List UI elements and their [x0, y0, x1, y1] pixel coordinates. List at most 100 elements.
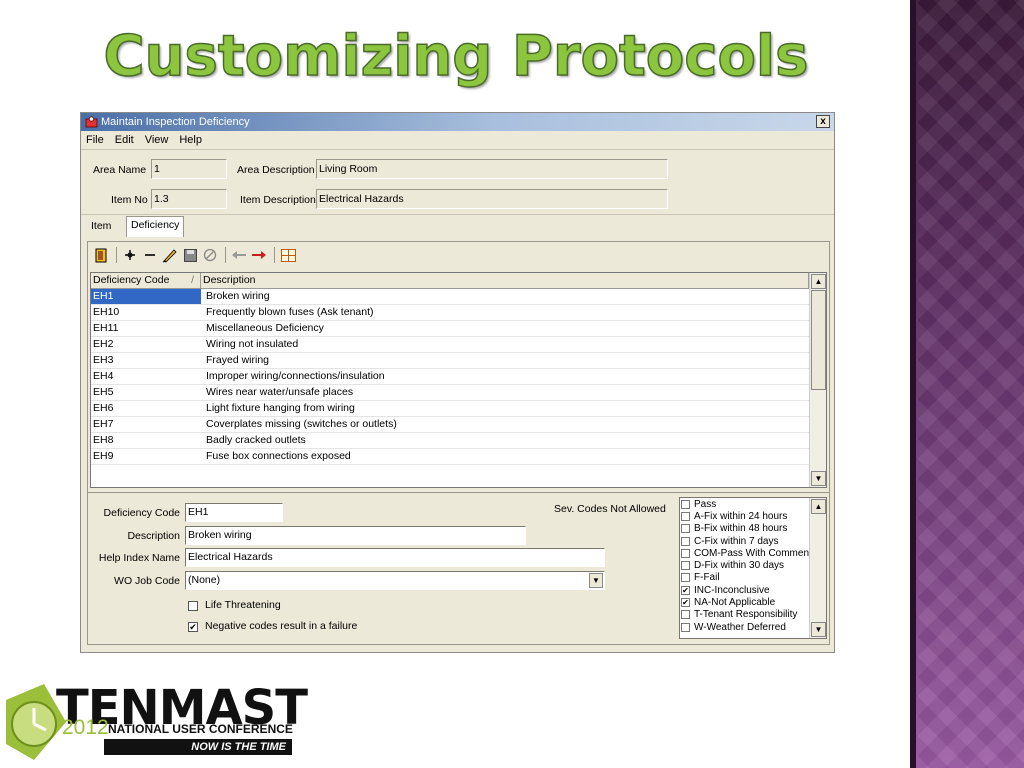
grid-scrollbar[interactable]: ▲ ▼ — [809, 273, 826, 487]
description-cell: Broken wiring — [206, 290, 270, 302]
sev-code-checkbox[interactable]: ✔ — [681, 598, 690, 608]
deficiency-code-field[interactable]: EH1 — [185, 503, 283, 522]
item-no-label: Item No — [111, 194, 148, 206]
scroll-up-button[interactable]: ▲ — [811, 274, 826, 289]
table-row[interactable]: EH11 Miscellaneous Deficiency — [91, 321, 826, 337]
table-row[interactable]: EH8 Badly cracked outlets — [91, 433, 826, 449]
description-label: Description — [127, 530, 180, 542]
sev-code-item[interactable]: C-Fix within 7 days — [680, 535, 826, 547]
negative-codes-label: Negative codes result in a failure — [205, 620, 358, 632]
life-threatening-label: Life Threatening — [205, 599, 281, 611]
cancel-icon[interactable] — [201, 246, 219, 264]
tab-deficiency[interactable]: Deficiency — [126, 216, 185, 237]
table-row[interactable]: EH9 Fuse box connections exposed — [91, 449, 826, 465]
help-index-label: Help Index Name — [98, 552, 180, 564]
deficiency-code-cell: EH5 — [93, 386, 114, 398]
sev-code-item[interactable]: D-Fix within 30 days — [680, 559, 826, 571]
deficiency-code-cell: EH11 — [93, 322, 119, 334]
sev-code-label: C-Fix within 7 days — [694, 535, 779, 547]
chevron-down-icon[interactable]: ▼ — [589, 573, 603, 588]
sev-code-item[interactable]: B-Fix within 48 hours — [680, 523, 826, 535]
close-button[interactable]: x — [816, 115, 830, 128]
sort-indicator: / — [191, 274, 194, 286]
scroll-up-button[interactable]: ▲ — [811, 499, 826, 514]
grid-header: Deficiency Code / Description — [91, 273, 826, 289]
sev-code-checkbox[interactable] — [681, 573, 690, 583]
sev-code-item[interactable]: Pass — [680, 498, 826, 510]
sev-code-checkbox[interactable] — [681, 622, 690, 632]
slide-title: Customizing Protocols — [103, 23, 809, 90]
description-cell: Coverplates missing (switches or outlets… — [206, 418, 397, 430]
sev-code-checkbox[interactable] — [681, 499, 690, 509]
menu-bar: File Edit View Help — [81, 131, 834, 149]
maintain-deficiency-window: Maintain Inspection Deficiency x File Ed… — [80, 112, 835, 653]
back-arrow-icon[interactable] — [230, 246, 248, 264]
table-row[interactable]: EH6 Light fixture hanging from wiring — [91, 401, 826, 417]
life-threatening-checkbox[interactable] — [188, 601, 198, 611]
description-cell: Light fixture hanging from wiring — [206, 402, 355, 414]
exit-door-icon[interactable] — [92, 246, 110, 264]
table-row[interactable]: EH3 Frayed wiring — [91, 353, 826, 369]
menu-edit[interactable]: Edit — [115, 134, 134, 146]
sev-code-label: B-Fix within 48 hours — [694, 523, 788, 535]
logo-tagline: NOW IS THE TIME — [104, 739, 292, 755]
table-row[interactable]: EH10 Frequently blown fuses (Ask tenant) — [91, 305, 826, 321]
deficiency-code-cell: EH4 — [93, 370, 114, 382]
logo-year: 2012 — [62, 716, 109, 739]
sev-code-item[interactable]: COM-Pass With Comment — [680, 547, 826, 559]
edit-pen-icon[interactable] — [161, 246, 179, 264]
negative-codes-checkbox[interactable]: ✔ — [188, 622, 198, 632]
sev-code-label: INC-Inconclusive — [694, 584, 770, 596]
table-row[interactable]: EH5 Wires near water/unsafe places — [91, 385, 826, 401]
item-description-label: Item Description — [240, 194, 316, 206]
sev-code-label: F-Fail — [694, 572, 720, 584]
menu-help[interactable]: Help — [179, 134, 202, 146]
sev-code-item[interactable]: ✔ INC-Inconclusive — [680, 584, 826, 596]
sev-code-checkbox[interactable] — [681, 536, 690, 546]
help-index-field[interactable]: Electrical Hazards — [185, 548, 605, 567]
add-icon[interactable] — [121, 246, 139, 264]
column-deficiency-code[interactable]: Deficiency Code / — [91, 273, 201, 288]
sev-code-item[interactable]: ✔ NA-Not Applicable — [680, 596, 826, 608]
sev-code-checkbox[interactable] — [681, 610, 690, 620]
menu-file[interactable]: File — [86, 134, 104, 146]
sev-codes-scrollbar[interactable]: ▲ ▼ — [809, 498, 826, 638]
sev-code-item[interactable]: A-Fix within 24 hours — [680, 510, 826, 522]
sev-code-label: Pass — [694, 498, 717, 510]
description-cell: Frequently blown fuses (Ask tenant) — [206, 306, 374, 318]
sev-code-checkbox[interactable] — [681, 524, 690, 534]
remove-icon[interactable] — [141, 246, 159, 264]
save-icon[interactable] — [181, 246, 199, 264]
menu-view[interactable]: View — [145, 134, 169, 146]
wo-job-code-value: (None) — [188, 574, 221, 586]
window-titlebar: Maintain Inspection Deficiency x — [81, 113, 834, 131]
sev-code-checkbox[interactable] — [681, 561, 690, 571]
description-field[interactable]: Broken wiring — [185, 526, 526, 545]
sev-code-checkbox[interactable]: ✔ — [681, 585, 690, 595]
sev-code-checkbox[interactable] — [681, 511, 690, 521]
tab-item[interactable]: Item — [87, 218, 115, 234]
scroll-thumb[interactable] — [811, 290, 826, 390]
table-row[interactable]: EH2 Wiring not insulated — [91, 337, 826, 353]
scroll-down-button[interactable]: ▼ — [811, 471, 826, 486]
table-row[interactable]: EH4 Improper wiring/connections/insulatio… — [91, 369, 826, 385]
deficiency-code-cell: EH7 — [93, 418, 114, 430]
sev-code-label: T-Tenant Responsibility — [694, 609, 798, 621]
sev-code-item[interactable]: F-Fail — [680, 572, 826, 584]
table-row[interactable]: EH1 Broken wiring — [91, 289, 826, 305]
deficiency-code-cell: EH6 — [93, 402, 114, 414]
wo-job-code-select[interactable]: (None) ▼ — [185, 571, 605, 590]
column-description[interactable]: Description — [201, 273, 809, 288]
table-row[interactable]: EH7 Coverplates missing (switches or outl… — [91, 417, 826, 433]
sev-code-item[interactable]: T-Tenant Responsibility — [680, 609, 826, 621]
sev-code-checkbox[interactable] — [681, 548, 690, 558]
description-cell: Miscellaneous Deficiency — [206, 322, 324, 334]
header-panel: Area Name 1 Area Description Living Room… — [81, 149, 834, 215]
area-name-field: 1 — [151, 159, 227, 179]
description-cell: Improper wiring/connections/insulation — [206, 370, 385, 382]
toolbar-separator — [225, 247, 226, 263]
scroll-down-button[interactable]: ▼ — [811, 622, 826, 637]
forward-arrow-icon[interactable] — [250, 246, 268, 264]
grid-layout-icon[interactable] — [279, 246, 297, 264]
sev-code-item[interactable]: W-Weather Deferred — [680, 621, 826, 633]
